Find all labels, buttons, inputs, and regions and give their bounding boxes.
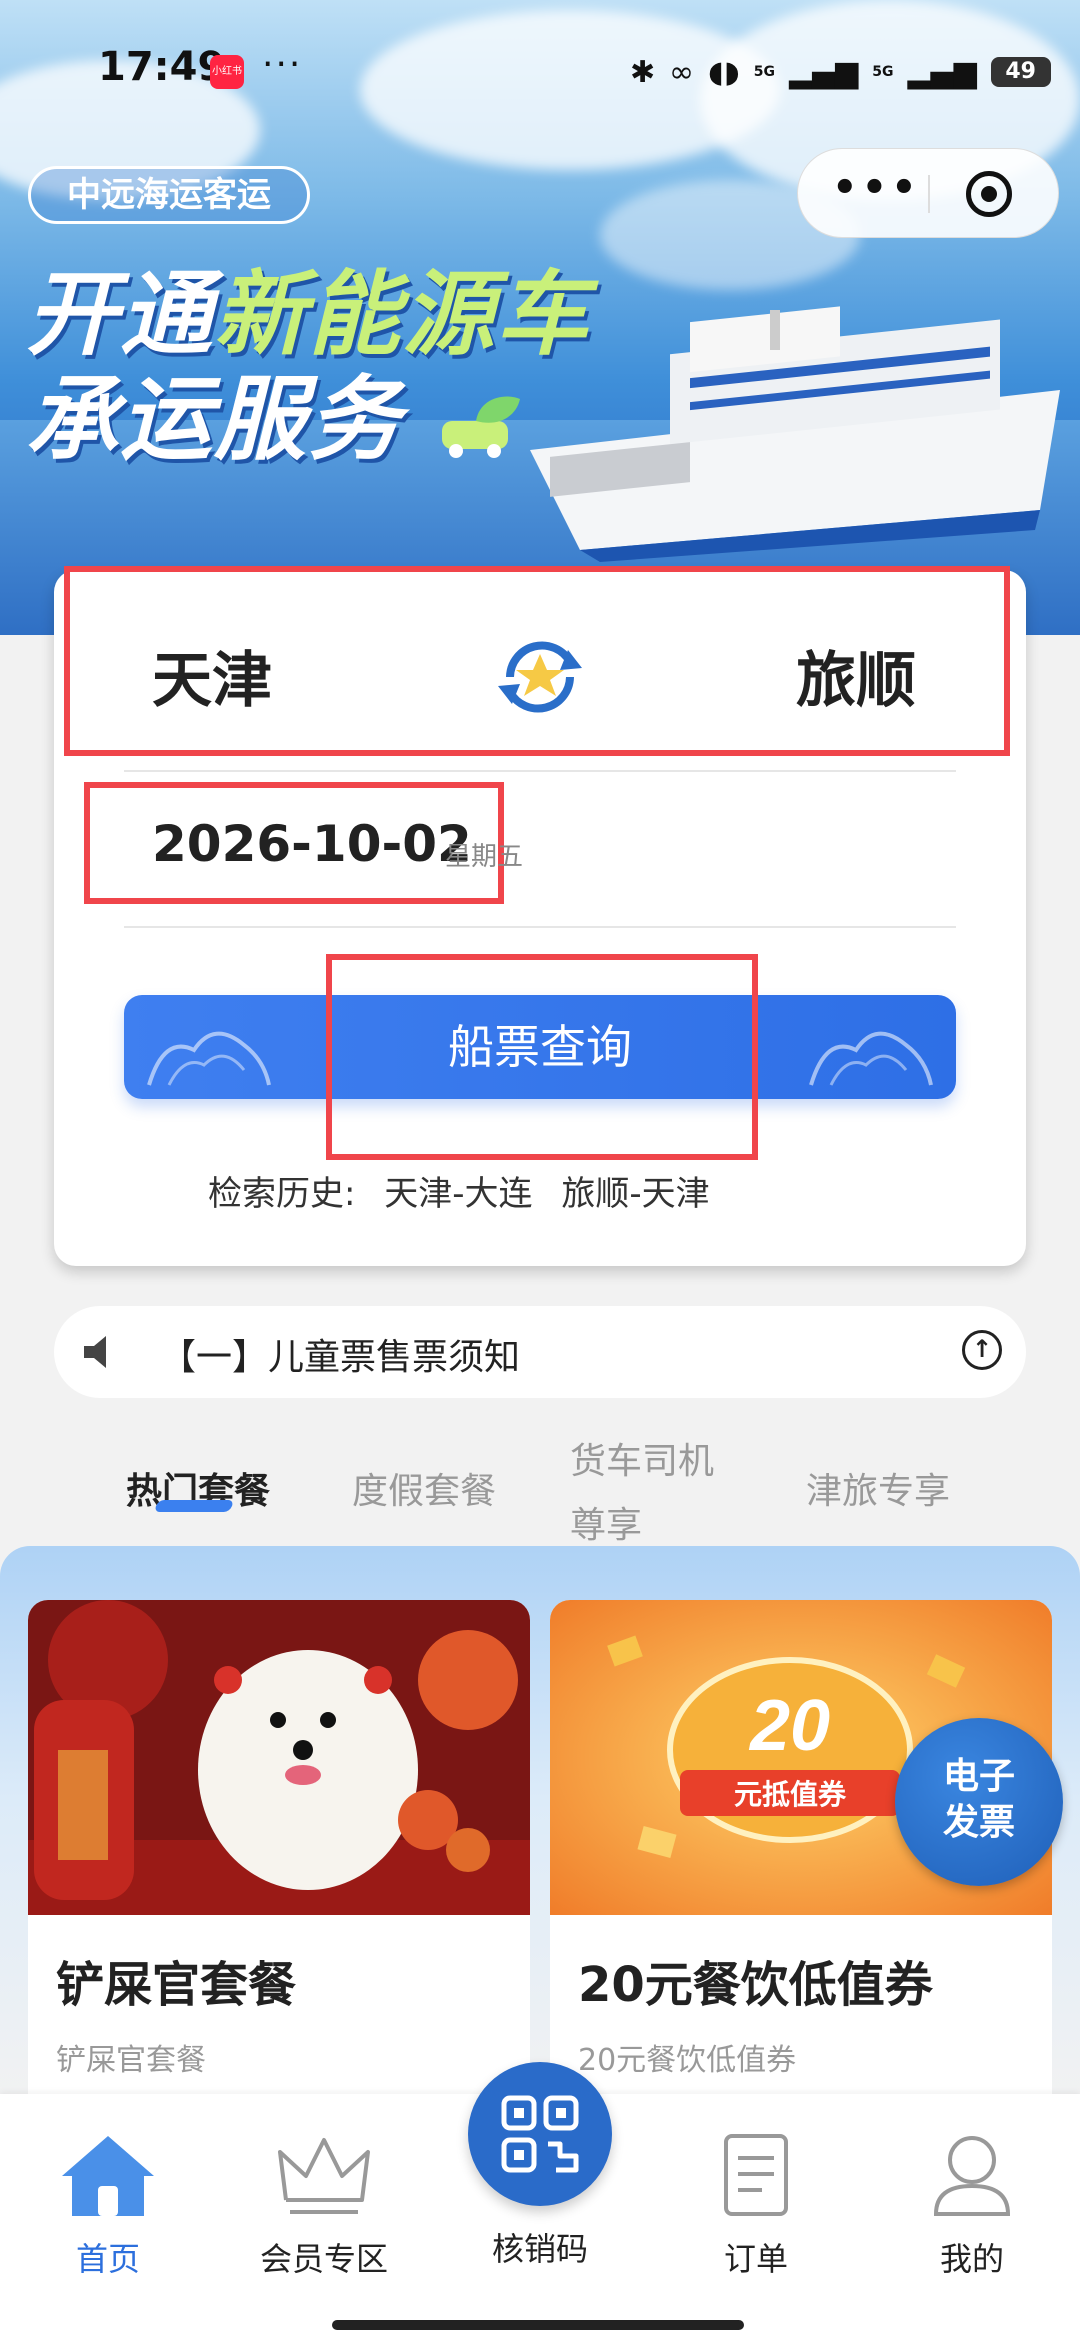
- invoice-line1: 电子: [942, 1756, 1015, 1797]
- departure-date[interactable]: 2026-10-02: [152, 815, 472, 873]
- qr-code-icon: [501, 2095, 579, 2173]
- banner-headline-line2: 承运服务: [26, 345, 526, 478]
- product-subtitle: 20元餐饮低值券: [578, 2043, 797, 2078]
- nav-orders-label: 订单: [723, 2240, 788, 2278]
- tab-jinlv-exclusive[interactable]: 津旅专享: [806, 1462, 950, 1514]
- rednote-app-icon: 小红书: [210, 55, 244, 89]
- voucher-amount: 20: [748, 1686, 830, 1766]
- wave-decoration-left: [147, 1031, 271, 1086]
- nav-member[interactable]: 会员专区: [244, 2130, 404, 2280]
- history-item[interactable]: 天津-大连: [384, 1174, 532, 1214]
- network-5g-1: 5G: [753, 64, 775, 80]
- more-options-button[interactable]: •••: [832, 165, 921, 211]
- home-indicator[interactable]: [332, 2320, 744, 2330]
- nav-member-label: 会员专区: [259, 2240, 388, 2278]
- ship-illustration: [530, 306, 1060, 562]
- swap-cities-icon[interactable]: [490, 632, 590, 722]
- arrow-up-icon[interactable]: ↑: [962, 1330, 1002, 1370]
- earbuds-icon: ◖◗: [708, 54, 740, 90]
- close-miniprogram-button[interactable]: [966, 171, 1012, 217]
- notice-bar[interactable]: 【一】儿童票售票须知 ↑: [54, 1306, 1026, 1398]
- arrival-city[interactable]: 旅顺: [796, 632, 916, 719]
- nav-verify-code-label[interactable]: 核销码: [440, 2224, 640, 2270]
- wave-decoration-right: [809, 1031, 933, 1086]
- bluetooth-icon: ✱: [630, 54, 656, 90]
- battery-icon: 49: [990, 57, 1051, 87]
- product-card[interactable]: 铲屎官套餐 铲屎官套餐: [28, 1600, 530, 2120]
- product-title: 铲屎官套餐: [56, 1957, 297, 2013]
- weekday-label: 星期五: [445, 842, 524, 872]
- signal-icon-2: ▂▄▆: [907, 54, 977, 90]
- speaker-icon: [84, 1336, 106, 1368]
- miniprogram-capsule: •••: [797, 148, 1059, 238]
- headline-line2-text: 承运服务: [26, 366, 403, 473]
- nav-home[interactable]: 首页: [28, 2130, 188, 2280]
- tab-truck-driver[interactable]: 货车司机尊享: [570, 1430, 730, 1558]
- invoice-line2: 发票: [942, 1802, 1015, 1843]
- departure-city[interactable]: 天津: [152, 632, 272, 719]
- nav-mine[interactable]: 我的: [892, 2130, 1052, 2280]
- ev-car-leaf-icon: [442, 396, 521, 458]
- brand-label: 中远海运客运: [28, 166, 310, 224]
- crown-icon: [278, 2138, 370, 2214]
- signal-icon-1: ▂▄▆: [789, 54, 859, 90]
- highlight-query-box: [326, 954, 758, 1160]
- nav-home-label: 首页: [75, 2240, 140, 2278]
- search-history: 检索历史: 天津-大连 旅顺-天津: [208, 1166, 728, 1215]
- active-tab-indicator: [153, 1500, 235, 1512]
- nav-orders[interactable]: 订单: [676, 2130, 836, 2280]
- order-list-icon: [724, 2134, 788, 2216]
- e-invoice-button[interactable]: 电子 发票: [895, 1718, 1063, 1886]
- network-5g-2: 5G: [872, 64, 894, 80]
- history-item[interactable]: 旅顺-天津: [561, 1174, 709, 1214]
- top-banner[interactable]: 17:49 小红书 ··· ✱ ∞ ◖◗ 5G ▂▄▆ 5G ▂▄▆ 49 中远…: [0, 0, 1080, 635]
- divider: [124, 926, 956, 928]
- home-icon: [62, 2136, 154, 2216]
- divider: [124, 770, 956, 772]
- product-title: 20元餐饮低值券: [578, 1957, 933, 2013]
- product-subtitle: 铲屎官套餐: [56, 2043, 206, 2078]
- user-icon: [933, 2136, 1011, 2216]
- history-label: 检索历史:: [208, 1174, 356, 1214]
- tab-vacation-packages[interactable]: 度假套餐: [352, 1462, 496, 1514]
- status-bar: 17:49 小红书 ··· ✱ ∞ ◖◗ 5G ▂▄▆ 5G ▂▄▆ 49: [0, 0, 1080, 140]
- status-time: 17:49: [98, 44, 226, 90]
- voucher-text: 元抵值券: [734, 1778, 847, 1811]
- status-icons: ✱ ∞ ◖◗ 5G ▂▄▆ 5G ▂▄▆ 49: [630, 50, 1051, 94]
- notice-text: 【一】儿童票售票须知: [160, 1337, 521, 1378]
- nav-verify-code-button[interactable]: [468, 2062, 612, 2206]
- pet-package-image: [28, 1600, 530, 1915]
- capsule-divider: [928, 175, 930, 213]
- status-more-icon: ···: [262, 44, 303, 85]
- nav-mine-label: 我的: [939, 2240, 1004, 2278]
- link-icon: ∞: [669, 54, 695, 90]
